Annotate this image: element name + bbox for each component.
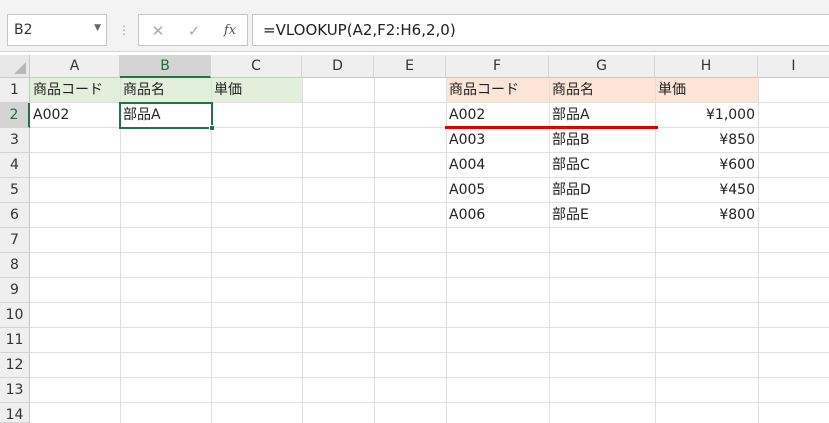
cell-h5[interactable]: ¥450 — [655, 178, 758, 203]
cell-g3[interactable]: 部品B — [549, 128, 655, 153]
cell-g2[interactable]: 部品A — [549, 103, 655, 128]
row-header-9[interactable]: 9 — [0, 278, 30, 303]
row-header-4[interactable]: 4 — [0, 153, 30, 178]
cell-f3[interactable]: A003 — [446, 128, 549, 153]
col-header-c[interactable]: C — [211, 55, 302, 78]
formula-bar: B2 ▼ ⋮ ✕ ✓ fx =VLOOKUP(A2,F2:H6,2,0) — [0, 0, 829, 52]
match-row-underline — [445, 126, 658, 129]
row-header-2[interactable]: 2 — [0, 103, 30, 128]
cell-b1[interactable]: 商品名 — [120, 78, 211, 103]
formula-buttons: ✕ ✓ fx — [138, 14, 248, 46]
cell-g6[interactable]: 部品E — [549, 203, 655, 228]
select-all-icon — [14, 62, 26, 74]
row-header-12[interactable]: 12 — [0, 353, 30, 378]
cell-c2[interactable] — [211, 103, 302, 128]
name-box[interactable]: B2 ▼ — [7, 14, 107, 46]
row-header-1[interactable]: 1 — [0, 78, 30, 103]
fill-handle[interactable] — [209, 125, 215, 131]
row-header-5[interactable]: 5 — [0, 178, 30, 203]
gridline — [30, 302, 829, 303]
cell-h3[interactable]: ¥850 — [655, 128, 758, 153]
cell-c1[interactable]: 単価 — [211, 78, 302, 103]
gridline — [30, 377, 829, 378]
col-header-f[interactable]: F — [446, 55, 549, 78]
gridline — [30, 277, 829, 278]
cell-f4[interactable]: A004 — [446, 153, 549, 178]
gridline — [120, 78, 121, 423]
formula-text: =VLOOKUP(A2,F2:H6,2,0) — [263, 21, 456, 39]
col-header-h[interactable]: H — [655, 55, 758, 78]
cell-f2[interactable]: A002 — [446, 103, 549, 128]
gridline — [30, 327, 829, 328]
select-all-button[interactable] — [0, 55, 30, 78]
cell-f6[interactable]: A006 — [446, 203, 549, 228]
gridline — [30, 252, 829, 253]
cell-h2[interactable]: ¥1,000 — [655, 103, 758, 128]
name-box-value: B2 — [14, 22, 33, 38]
col-header-i[interactable]: I — [758, 55, 829, 78]
worksheet-grid[interactable]: A B C D E F G H I 1 2 3 4 5 6 7 8 9 10 1… — [0, 55, 829, 423]
cell-a1[interactable]: 商品コード — [30, 78, 120, 103]
gridline — [30, 402, 829, 403]
row-header-13[interactable]: 13 — [0, 378, 30, 403]
cell-h4[interactable]: ¥600 — [655, 153, 758, 178]
cell-g1[interactable]: 商品名 — [549, 78, 655, 103]
cell-g5[interactable]: 部品D — [549, 178, 655, 203]
row-header-11[interactable]: 11 — [0, 328, 30, 353]
formula-input[interactable]: =VLOOKUP(A2,F2:H6,2,0) — [252, 14, 829, 46]
grip-icon: ⋮ — [118, 23, 130, 37]
cell-h1[interactable]: 単価 — [655, 78, 758, 103]
gridline — [302, 78, 303, 423]
row-header-3[interactable]: 3 — [0, 128, 30, 153]
row-header-6[interactable]: 6 — [0, 203, 30, 228]
row-header-14[interactable]: 14 — [0, 403, 30, 423]
col-header-b[interactable]: B — [120, 55, 211, 78]
gridline — [30, 352, 829, 353]
insert-function-icon[interactable]: fx — [218, 19, 242, 43]
row-header-8[interactable]: 8 — [0, 253, 30, 278]
cell-h6[interactable]: ¥800 — [655, 203, 758, 228]
cell-g4[interactable]: 部品C — [549, 153, 655, 178]
cancel-icon[interactable]: ✕ — [146, 19, 170, 43]
row-header-10[interactable]: 10 — [0, 303, 30, 328]
col-header-e[interactable]: E — [374, 55, 446, 78]
row-header-7[interactable]: 7 — [0, 228, 30, 253]
gridline — [374, 78, 375, 423]
cell-a2[interactable]: A002 — [30, 103, 120, 128]
cell-f1[interactable]: 商品コード — [446, 78, 549, 103]
cell-f5[interactable]: A005 — [446, 178, 549, 203]
chevron-down-icon[interactable]: ▼ — [94, 23, 101, 33]
active-cell-border — [119, 102, 213, 129]
col-header-d[interactable]: D — [302, 55, 374, 78]
enter-icon[interactable]: ✓ — [182, 19, 206, 43]
gridline — [758, 78, 759, 423]
col-header-g[interactable]: G — [549, 55, 655, 78]
col-header-a[interactable]: A — [30, 55, 120, 78]
